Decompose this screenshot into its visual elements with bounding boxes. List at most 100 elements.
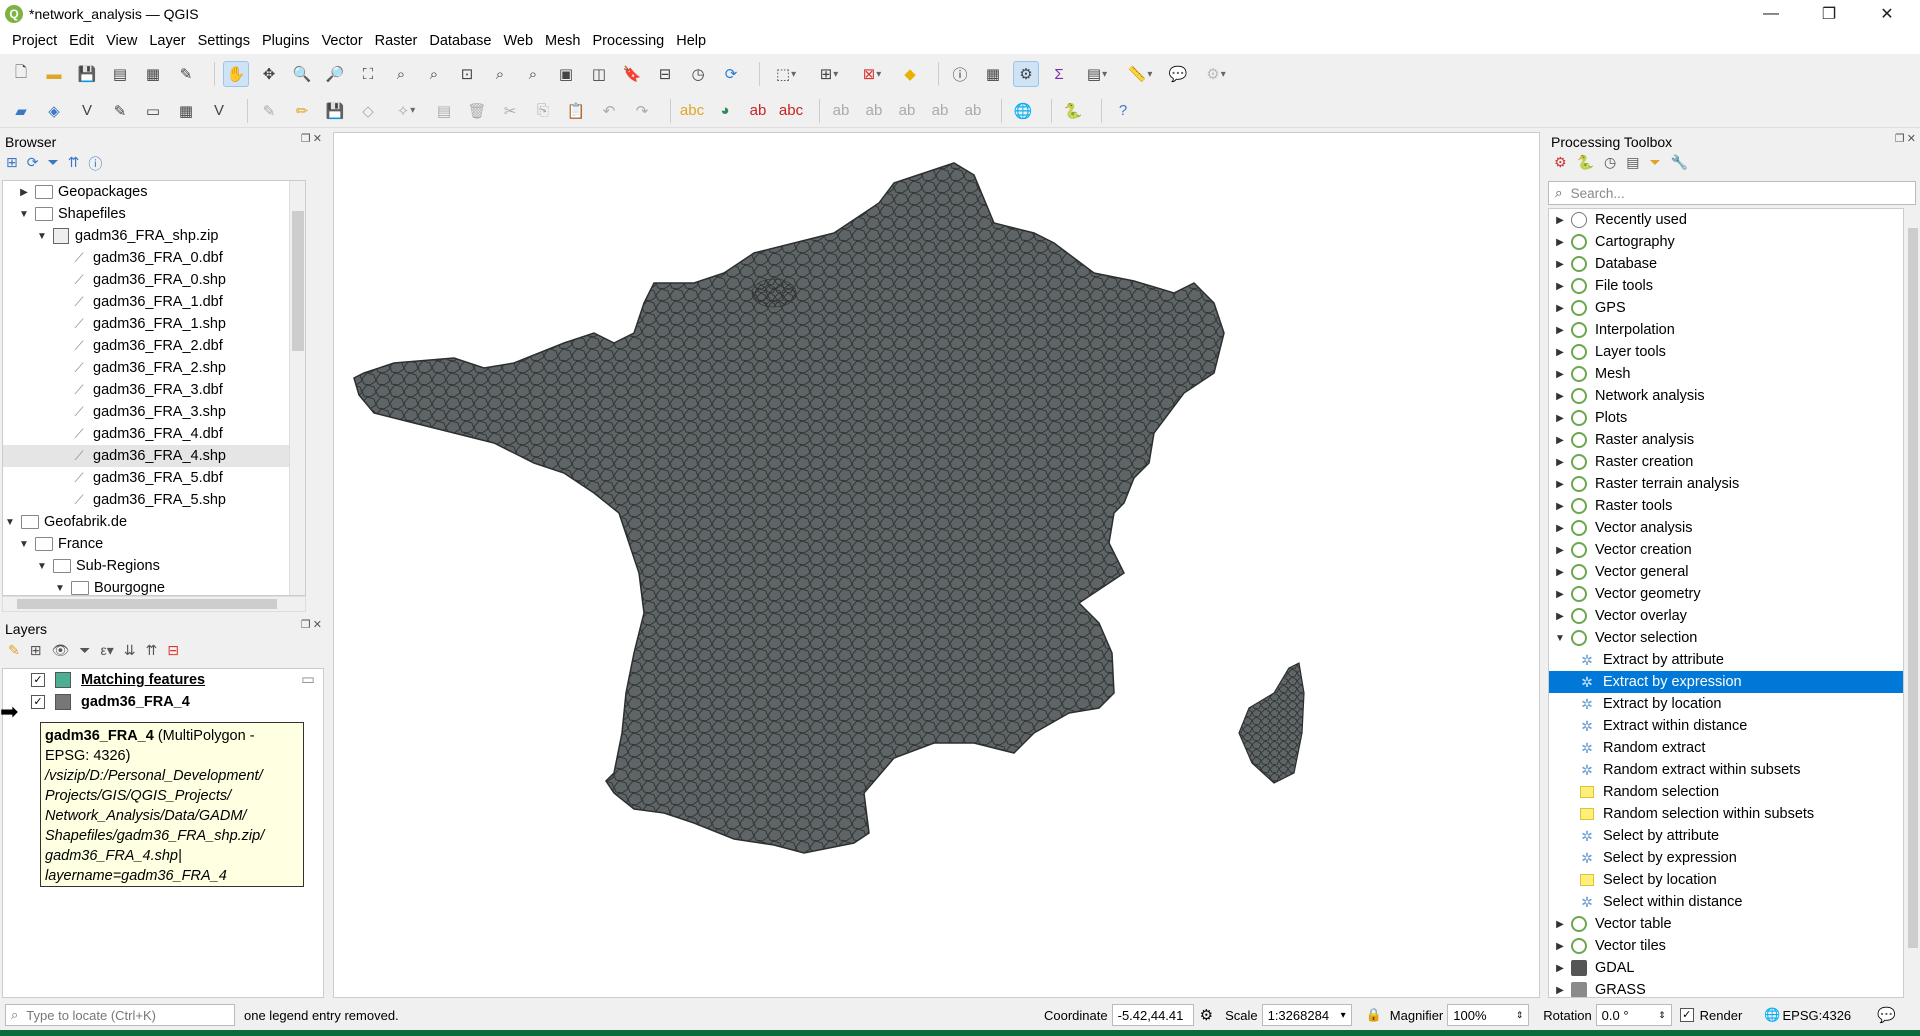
expand-arrow-icon[interactable]: ▶ bbox=[1553, 523, 1567, 534]
processing-group[interactable]: ▶ Interpolation bbox=[1549, 319, 1903, 341]
browser-item[interactable]: ⟋ gadm36_FRA_1.shp bbox=[3, 313, 305, 335]
menu-database[interactable]: Database bbox=[423, 33, 497, 49]
new-geopackage-layer-icon[interactable]: ◈ bbox=[41, 98, 67, 124]
results-viewer-icon[interactable]: ▤ bbox=[1626, 154, 1639, 171]
expand-arrow-icon[interactable]: ▶ bbox=[17, 187, 31, 198]
open-project-icon[interactable]: ▬ bbox=[41, 61, 67, 87]
remove-layer-icon[interactable]: ⊟ bbox=[167, 642, 179, 659]
pin-labels-icon[interactable]: ab bbox=[745, 98, 771, 124]
browser-item[interactable]: ▼ Sub-Regions bbox=[3, 555, 305, 577]
collapse-all-layers-icon[interactable]: ⇈ bbox=[145, 642, 157, 659]
menu-settings[interactable]: Settings bbox=[192, 33, 256, 49]
metasearch-icon[interactable]: 🌐 bbox=[1010, 98, 1036, 124]
zoom-in-icon[interactable]: 🔍 bbox=[289, 61, 315, 87]
processing-search-input[interactable]: ⌕ Search... bbox=[1548, 181, 1916, 205]
processing-group[interactable]: ▶ Vector geometry bbox=[1549, 583, 1903, 605]
processing-group[interactable]: ▶ GDAL bbox=[1549, 957, 1903, 979]
expand-arrow-icon[interactable]: ▶ bbox=[1553, 919, 1567, 930]
browser-item[interactable]: ▼ France bbox=[3, 533, 305, 555]
rotate-label-icon[interactable]: ab bbox=[861, 98, 887, 124]
new-map-view-icon[interactable]: ▣ bbox=[553, 61, 579, 87]
processing-algorithm[interactable]: Select by location bbox=[1549, 869, 1903, 891]
zoom-to-selection-icon[interactable]: ⌕ bbox=[388, 61, 414, 87]
processing-group[interactable]: ▶ GPS bbox=[1549, 297, 1903, 319]
zoom-last-icon[interactable]: ⌕ bbox=[487, 61, 513, 87]
browser-item[interactable]: ⟋ gadm36_FRA_5.shp bbox=[3, 489, 305, 511]
move-label-icon[interactable]: ab bbox=[828, 98, 854, 124]
processing-group[interactable]: ▶ GRASS bbox=[1549, 979, 1903, 997]
processing-group[interactable]: ▶ Vector analysis bbox=[1549, 517, 1903, 539]
expand-arrow-icon[interactable]: ▶ bbox=[1553, 941, 1567, 952]
processing-group[interactable]: ▶ Vector general bbox=[1549, 561, 1903, 583]
processing-group[interactable]: ▶ Vector table bbox=[1549, 913, 1903, 935]
expand-arrow-icon[interactable]: ▶ bbox=[1553, 457, 1567, 468]
processing-algorithm[interactable]: ✲ Select by expression bbox=[1549, 847, 1903, 869]
expand-arrow-icon[interactable]: ▶ bbox=[1553, 985, 1567, 996]
menu-mesh[interactable]: Mesh bbox=[539, 33, 586, 49]
measure-line-icon[interactable]: 📏 bbox=[1122, 61, 1158, 87]
close-button[interactable]: ✕ bbox=[1858, 0, 1916, 28]
processing-algorithm[interactable]: ✲ Extract by expression bbox=[1549, 671, 1903, 693]
expand-arrow-icon[interactable]: ▶ bbox=[1553, 611, 1567, 622]
expand-arrow-icon[interactable]: ▶ bbox=[1553, 215, 1567, 226]
refresh-icon[interactable]: ⟳ bbox=[27, 154, 39, 174]
scripts-icon[interactable]: 🐍 bbox=[1577, 154, 1594, 171]
expand-arrow-icon[interactable]: ▶ bbox=[1553, 237, 1567, 248]
expand-arrow-icon[interactable]: ▼ bbox=[17, 209, 31, 220]
minimize-button[interactable]: — bbox=[1742, 0, 1800, 28]
layer-symbol-swatch[interactable] bbox=[55, 672, 71, 688]
paste-features-icon[interactable]: 📋 bbox=[563, 98, 589, 124]
delete-selected-icon[interactable]: 🗑 bbox=[464, 98, 490, 124]
expand-arrow-icon[interactable]: ▶ bbox=[1553, 303, 1567, 314]
save-project-icon[interactable]: 💾 bbox=[74, 61, 100, 87]
manage-map-themes-icon[interactable]: 👁 bbox=[51, 642, 69, 659]
help-icon[interactable]: ? bbox=[1110, 98, 1136, 124]
new-3d-map-view-icon[interactable]: ◫ bbox=[586, 61, 612, 87]
label-properties-icon[interactable]: ab bbox=[927, 98, 953, 124]
layer-visibility-checkbox[interactable]: ✓ bbox=[31, 673, 45, 687]
browser-item[interactable]: ⟋ gadm36_FRA_2.shp bbox=[3, 357, 305, 379]
style-manager-icon[interactable]: ✎ bbox=[173, 61, 199, 87]
new-shapefile-layer-icon[interactable]: V bbox=[74, 98, 100, 124]
add-virtual-layer-icon[interactable]: V bbox=[206, 98, 232, 124]
modify-attributes-icon[interactable]: ▤ bbox=[431, 98, 457, 124]
python-console-icon[interactable]: 🐍 bbox=[1060, 98, 1086, 124]
expand-all-icon[interactable]: ⇊ bbox=[124, 642, 136, 659]
layer-styling-icon[interactable]: ✎ bbox=[8, 642, 20, 659]
menu-vector[interactable]: Vector bbox=[316, 33, 369, 49]
processing-algorithm[interactable]: ✲ Extract by attribute bbox=[1549, 649, 1903, 671]
map-tips-icon[interactable]: 💬 bbox=[1165, 61, 1191, 87]
digitize-icon[interactable]: ◇ bbox=[355, 98, 381, 124]
filter-indicator-icon[interactable]: ▭ bbox=[301, 672, 315, 688]
new-project-icon[interactable]: 🗋 bbox=[8, 61, 34, 87]
menu-layer[interactable]: Layer bbox=[143, 33, 191, 49]
locator-icon[interactable]: ⚙ bbox=[1198, 61, 1234, 87]
zoom-out-icon[interactable]: 🔎 bbox=[322, 61, 348, 87]
lock-scale-icon[interactable]: 🔒 bbox=[1366, 1007, 1382, 1023]
expand-arrow-icon[interactable]: ▶ bbox=[1553, 567, 1567, 578]
expand-arrow-icon[interactable]: ▶ bbox=[1553, 391, 1567, 402]
expand-arrow-icon[interactable]: ▼ bbox=[17, 539, 31, 550]
coordinate-field[interactable]: -5.42,44.41 bbox=[1111, 1004, 1194, 1026]
browser-item[interactable]: ⟋ gadm36_FRA_3.shp bbox=[3, 401, 305, 423]
save-edits-icon[interactable]: 💾 bbox=[322, 98, 348, 124]
deselect-features-icon[interactable]: ⊠ bbox=[854, 61, 890, 87]
menu-processing[interactable]: Processing bbox=[587, 33, 671, 49]
undo-icon[interactable]: ↶ bbox=[596, 98, 622, 124]
new-scratch-layer-icon[interactable]: ✎ bbox=[107, 98, 133, 124]
attribute-table-icon[interactable]: ▦ bbox=[980, 61, 1006, 87]
toggle-editing-icon[interactable]: ✏ bbox=[289, 98, 315, 124]
history-icon[interactable]: ◷ bbox=[1604, 154, 1616, 171]
browser-dock-buttons[interactable]: ❐✕ bbox=[301, 132, 324, 145]
processing-algorithm[interactable]: ✲ Select within distance bbox=[1549, 891, 1903, 913]
processing-group[interactable]: ▶ Database bbox=[1549, 253, 1903, 275]
expand-arrow-icon[interactable]: ▶ bbox=[1553, 347, 1567, 358]
processing-toolbox-icon[interactable]: ⚙ bbox=[1013, 61, 1039, 87]
pan-to-selection-icon[interactable]: ✥ bbox=[256, 61, 282, 87]
processing-group[interactable]: ▶ Mesh bbox=[1549, 363, 1903, 385]
vertex-tool-icon[interactable]: ✧ bbox=[388, 98, 424, 124]
browser-vertical-scrollbar[interactable] bbox=[289, 181, 305, 595]
add-selected-layers-icon[interactable]: ⊞ bbox=[6, 154, 18, 174]
expand-arrow-icon[interactable]: ▼ bbox=[53, 583, 67, 594]
processing-options-icon[interactable]: 🔧 bbox=[1671, 154, 1688, 171]
